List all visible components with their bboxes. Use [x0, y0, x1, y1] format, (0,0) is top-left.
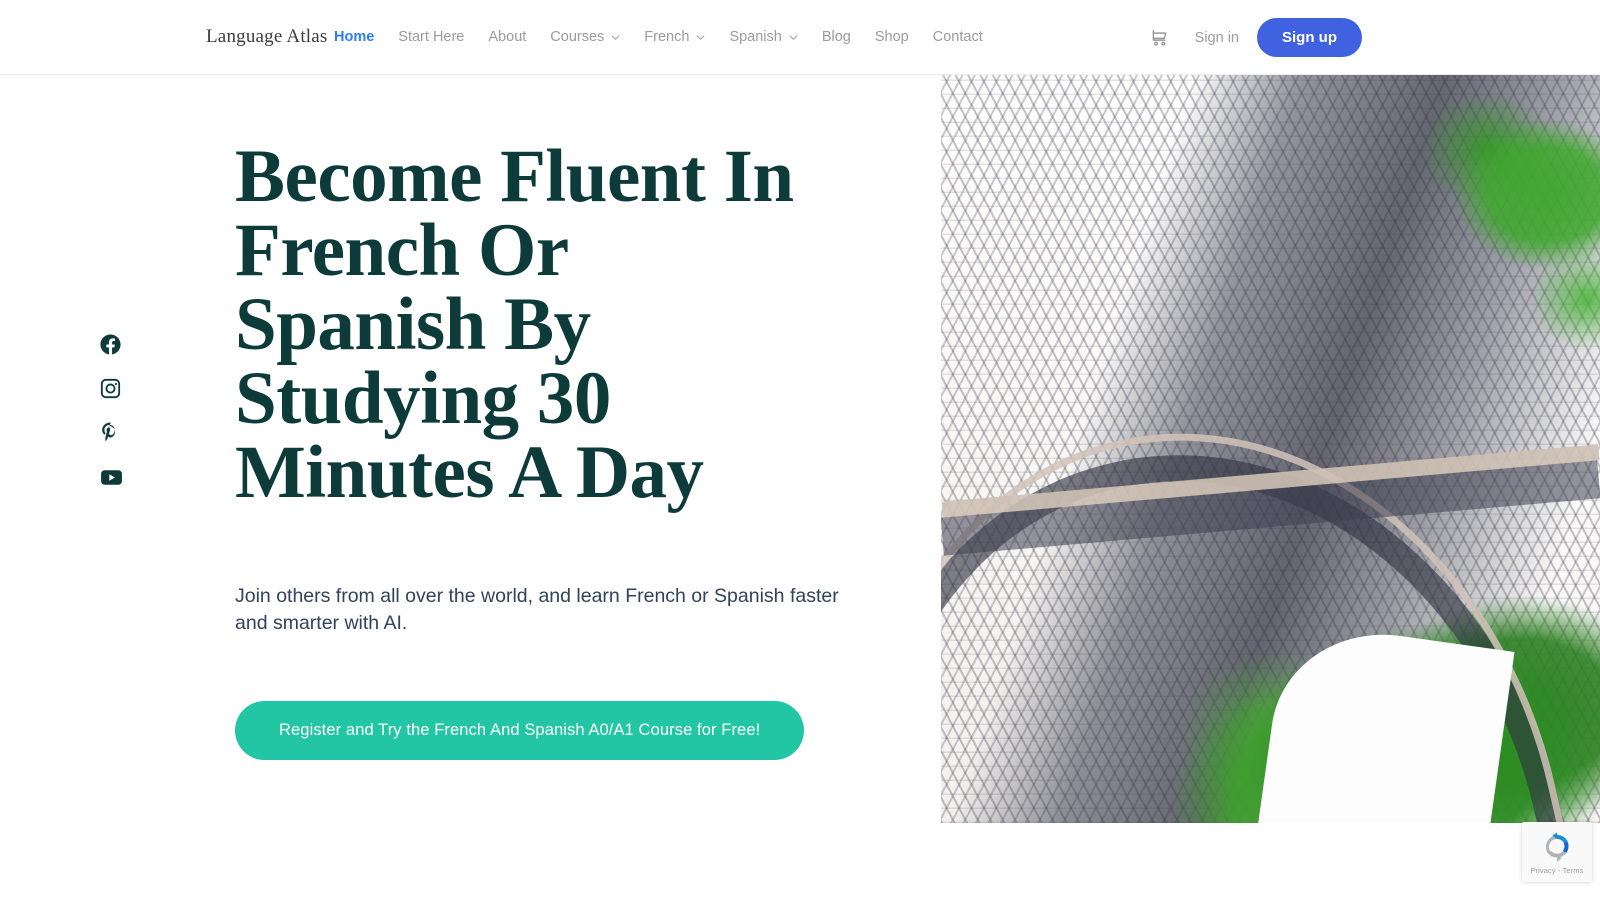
nav-item-label: Spanish — [729, 29, 782, 45]
chevron-down-icon — [789, 33, 798, 42]
nav-item-about[interactable]: About — [476, 27, 538, 47]
hero-subheading: Join others from all over the world, and… — [235, 585, 839, 634]
recaptcha-logo-icon — [1541, 831, 1573, 863]
nav-item-courses[interactable]: Courses — [538, 27, 632, 47]
site-logo[interactable]: Language Atlas — [206, 26, 328, 48]
shopping-cart-icon[interactable] — [1143, 19, 1177, 57]
chevron-down-icon — [696, 33, 705, 42]
nav-item-shop[interactable]: Shop — [863, 27, 921, 47]
recaptcha-badge[interactable]: Privacy - Terms — [1522, 822, 1592, 882]
social-links-rail — [99, 333, 123, 489]
main-navigation: Home Start Here About Courses French Spa… — [322, 27, 995, 47]
header-actions: Sign in Sign up — [1143, 18, 1362, 57]
youtube-icon[interactable] — [99, 465, 123, 489]
nav-item-label: Courses — [550, 29, 605, 45]
chevron-down-icon — [611, 33, 620, 42]
nav-item-label: Shop — [874, 29, 909, 45]
nav-item-contact[interactable]: Contact — [921, 27, 995, 47]
pinterest-icon[interactable] — [99, 421, 123, 445]
nav-item-home[interactable]: Home — [322, 27, 386, 47]
sign-up-button[interactable]: Sign up — [1257, 18, 1362, 57]
hero-cta-wrapper: Register and Try the French And Spanish … — [235, 701, 875, 760]
nav-item-french[interactable]: French — [632, 27, 717, 47]
nav-item-label: Start Here — [398, 29, 465, 45]
site-header: Language Atlas Home Start Here About Cou… — [0, 0, 1600, 75]
nav-item-start-here[interactable]: Start Here — [386, 27, 476, 47]
instagram-icon[interactable] — [99, 377, 123, 401]
recaptcha-legal-text: Privacy - Terms — [1530, 866, 1584, 875]
facebook-icon[interactable] — [99, 333, 123, 357]
nav-item-blog[interactable]: Blog — [810, 27, 863, 47]
hero-copy-block: Become Fluent In French Or Spanish By St… — [235, 135, 875, 760]
nav-item-label: French — [644, 29, 690, 45]
nav-item-spanish[interactable]: Spanish — [717, 27, 809, 47]
register-free-course-button[interactable]: Register and Try the French And Spanish … — [235, 701, 805, 760]
nav-item-label: Home — [334, 29, 375, 45]
nav-item-label: Blog — [821, 29, 851, 45]
nav-item-label: Contact — [932, 29, 983, 45]
hero-image-eiffel-tower — [941, 75, 1600, 823]
sign-in-link[interactable]: Sign in — [1177, 30, 1257, 46]
nav-item-label: About — [488, 29, 527, 45]
page-title: Become Fluent In French Or Spanish By St… — [235, 135, 794, 514]
page-root: Language Atlas Home Start Here About Cou… — [0, 0, 1600, 900]
